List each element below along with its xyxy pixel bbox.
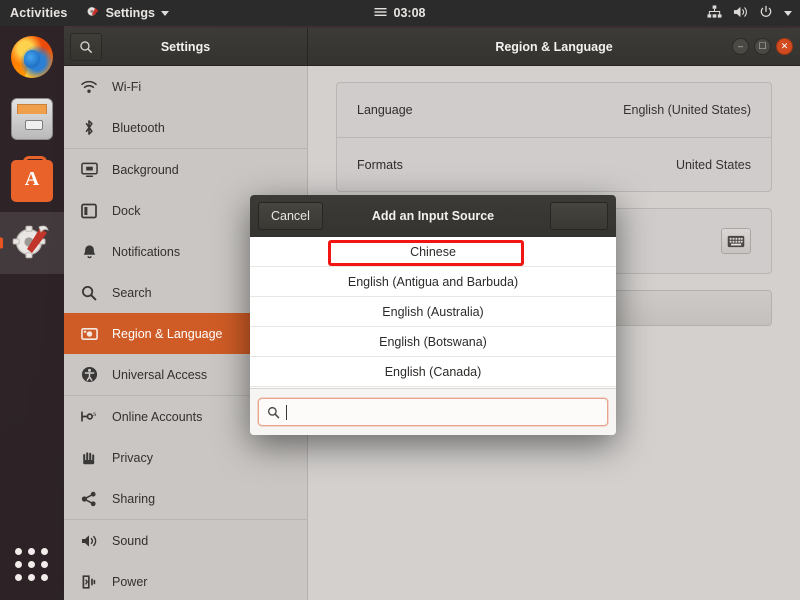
sidebar-item-bluetooth[interactable]: Bluetooth bbox=[64, 107, 307, 148]
sidebar-item-sound[interactable]: Sound bbox=[64, 520, 307, 561]
sidebar-item-power[interactable]: Power bbox=[64, 561, 307, 600]
region-language-icon bbox=[80, 327, 98, 341]
svg-text:s: s bbox=[93, 411, 97, 418]
row-value: United States bbox=[675, 157, 751, 172]
dialog-header-bar: Cancel Add an Input Source Add bbox=[250, 195, 616, 237]
sidebar-item-label: Online Accounts bbox=[112, 409, 203, 424]
list-item[interactable]: English (Canada) bbox=[250, 357, 616, 387]
search-icon bbox=[80, 40, 92, 53]
sidebar-item-label: Dock bbox=[112, 203, 141, 218]
background-icon bbox=[80, 162, 98, 178]
row-formats[interactable]: Formats United States bbox=[337, 137, 771, 191]
window-header-bar: Settings Region & Language – ☐ ✕ bbox=[64, 28, 800, 66]
list-item[interactable]: English (Antigua and Barbuda) bbox=[250, 267, 616, 297]
sharing-icon bbox=[80, 491, 98, 507]
network-icon bbox=[707, 4, 722, 22]
search-icon bbox=[267, 406, 280, 418]
search-input[interactable] bbox=[258, 398, 608, 426]
sidebar-item-label: Wi-Fi bbox=[112, 79, 142, 94]
sidebar-item-wifi[interactable]: Wi-Fi bbox=[64, 66, 307, 107]
search-button[interactable] bbox=[70, 32, 102, 61]
wifi-icon bbox=[80, 80, 98, 94]
sidebar-item-label: Sharing bbox=[112, 491, 156, 506]
clock-label: 03:08 bbox=[393, 6, 426, 20]
dock-item-settings[interactable] bbox=[0, 212, 64, 274]
sidebar-header: Settings bbox=[64, 28, 308, 65]
input-source-list[interactable]: Chinese English (Antigua and Barbuda) En… bbox=[250, 237, 616, 389]
search-icon bbox=[80, 285, 98, 301]
ubuntu-software-icon bbox=[11, 156, 53, 202]
power-icon bbox=[759, 5, 773, 22]
app-menu-label: Settings bbox=[105, 6, 155, 20]
bell-icon bbox=[80, 244, 98, 260]
list-item-label: English (Canada) bbox=[384, 364, 482, 379]
sidebar-item-label: Universal Access bbox=[112, 367, 208, 382]
online-accounts-icon: s bbox=[80, 409, 98, 424]
cancel-button[interactable]: Cancel bbox=[258, 202, 323, 230]
firefox-icon bbox=[11, 36, 53, 78]
sidebar-item-label: Power bbox=[112, 574, 148, 589]
universal-access-icon bbox=[80, 366, 98, 383]
sidebar-item-label: Region & Language bbox=[112, 326, 223, 341]
close-button[interactable]: ✕ bbox=[776, 38, 793, 55]
sidebar-item-label: Notifications bbox=[112, 244, 181, 259]
list-item-label: Chinese bbox=[410, 244, 456, 259]
page-title: Region & Language bbox=[495, 39, 613, 54]
sound-icon bbox=[80, 534, 98, 548]
privacy-icon bbox=[80, 450, 98, 466]
top-bar: Activities Settings 03:08 bbox=[0, 0, 800, 26]
sidebar-item-label: Background bbox=[112, 162, 179, 177]
dock-icon bbox=[80, 203, 98, 219]
dock-item-firefox[interactable] bbox=[0, 26, 64, 88]
show-applications-button[interactable] bbox=[0, 534, 64, 596]
settings-icon bbox=[11, 222, 53, 264]
bluetooth-icon bbox=[80, 119, 98, 136]
hamburger-icon bbox=[374, 6, 387, 20]
chevron-down-icon bbox=[160, 10, 169, 16]
text-cursor bbox=[286, 404, 287, 420]
minimize-button[interactable]: – bbox=[732, 38, 749, 55]
list-item-label: English (Botswana) bbox=[379, 334, 487, 349]
sidebar-item-label: Search bbox=[112, 285, 152, 300]
language-card: Language English (United States) Formats… bbox=[336, 82, 772, 192]
list-item[interactable]: Chinese bbox=[250, 237, 616, 267]
add-input-source-dialog: Cancel Add an Input Source Add Chinese E… bbox=[250, 195, 616, 435]
keyboard-icon bbox=[727, 235, 745, 247]
files-icon bbox=[11, 98, 53, 140]
dock-item-files[interactable] bbox=[0, 88, 64, 150]
dock-item-software[interactable] bbox=[0, 150, 64, 212]
settings-gear-wrench-icon bbox=[86, 5, 100, 22]
sidebar-item-label: Bluetooth bbox=[112, 120, 165, 135]
clock-menu[interactable]: 03:08 bbox=[374, 6, 426, 20]
list-item[interactable]: English (Australia) bbox=[250, 297, 616, 327]
row-label: Formats bbox=[357, 157, 403, 172]
power-icon bbox=[80, 574, 98, 590]
add-button[interactable]: Add bbox=[550, 202, 608, 230]
keyboard-shortcuts-button[interactable] bbox=[721, 228, 751, 254]
sidebar-item-background[interactable]: Background bbox=[64, 149, 307, 190]
row-value: English (United States) bbox=[623, 103, 751, 117]
sidebar-item-label: Sound bbox=[112, 533, 149, 548]
chevron-down-icon bbox=[784, 10, 792, 16]
system-status-area[interactable] bbox=[707, 0, 792, 26]
app-grid-icon bbox=[15, 548, 49, 582]
sidebar-item-label: Privacy bbox=[112, 450, 153, 465]
sidebar-item-privacy[interactable]: Privacy bbox=[64, 437, 307, 478]
dock bbox=[0, 26, 64, 600]
list-item[interactable]: English (Botswana) bbox=[250, 327, 616, 357]
volume-icon bbox=[733, 5, 748, 22]
maximize-button[interactable]: ☐ bbox=[754, 38, 771, 55]
panel-header: Region & Language – ☐ ✕ bbox=[308, 28, 800, 65]
row-language[interactable]: Language English (United States) bbox=[337, 83, 771, 137]
activities-button[interactable]: Activities bbox=[0, 6, 80, 20]
sidebar-item-sharing[interactable]: Sharing bbox=[64, 478, 307, 519]
list-item-label: English (Antigua and Barbuda) bbox=[347, 274, 519, 289]
window-controls: – ☐ ✕ bbox=[732, 38, 793, 55]
dialog-search-area bbox=[250, 389, 616, 435]
app-menu-button[interactable]: Settings bbox=[80, 5, 175, 22]
row-label: Language bbox=[357, 103, 413, 117]
list-item-label: English (Australia) bbox=[382, 304, 484, 319]
